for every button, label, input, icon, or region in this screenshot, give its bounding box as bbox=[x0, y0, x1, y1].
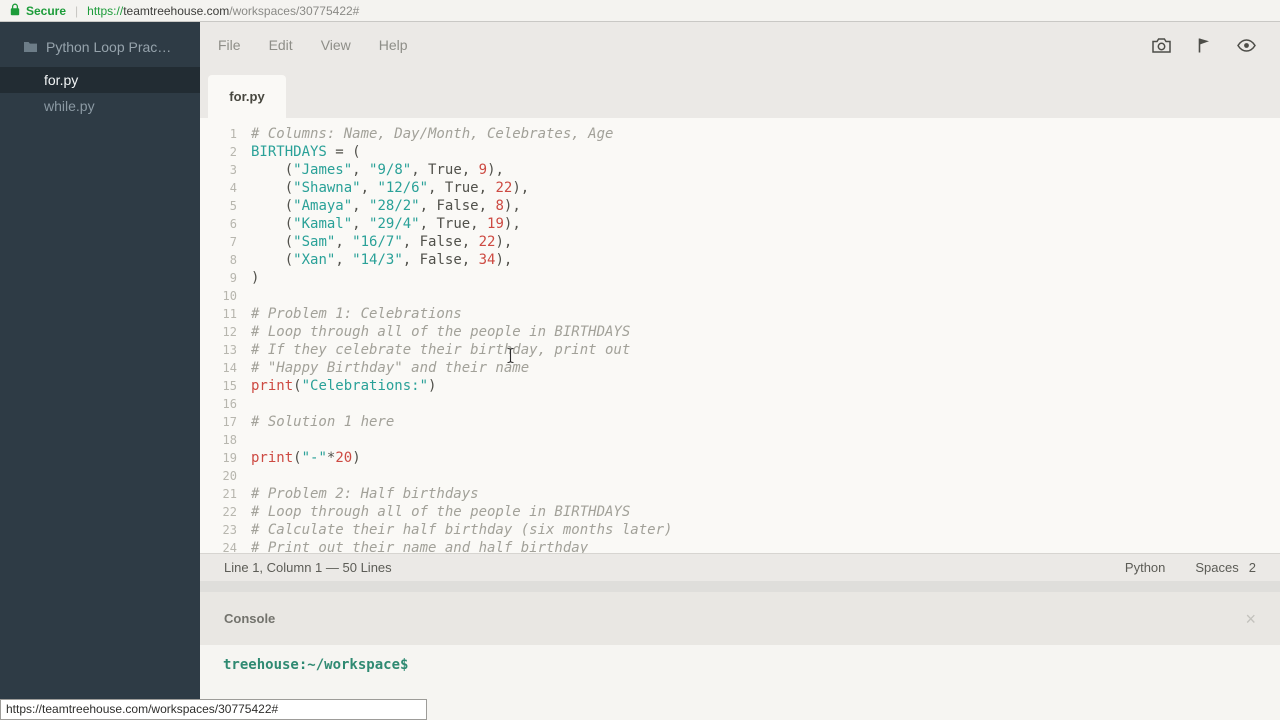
cursor-position-status: Line 1, Column 1 — 50 Lines bbox=[224, 560, 392, 575]
code-editor[interactable]: 1# Columns: Name, Day/Month, Celebrates,… bbox=[200, 118, 1280, 560]
secure-label: Secure bbox=[26, 4, 66, 18]
code-line: 4 ("Shawna", "12/6", True, 22), bbox=[200, 179, 1280, 197]
code-line: 8 ("Xan", "14/3", False, 34), bbox=[200, 251, 1280, 269]
menu-view[interactable]: View bbox=[321, 37, 351, 53]
statusbar-right: Python Spaces 2 bbox=[1125, 560, 1256, 575]
sidebar-item-for-py[interactable]: for.py bbox=[0, 67, 200, 93]
code-line: 17# Solution 1 here bbox=[200, 413, 1280, 431]
code-line: 5 ("Amaya", "28/2", False, 8), bbox=[200, 197, 1280, 215]
code-line: 23# Calculate their half birthday (six m… bbox=[200, 521, 1280, 539]
sidebar-project-row[interactable]: Python Loop Prac… bbox=[0, 22, 200, 67]
editor-statusbar: Line 1, Column 1 — 50 Lines Python Space… bbox=[200, 553, 1280, 581]
console-header: Console × bbox=[200, 592, 1280, 645]
code-line: 2BIRTHDAYS = ( bbox=[200, 143, 1280, 161]
menu-file[interactable]: File bbox=[218, 37, 241, 53]
eye-preview-icon[interactable] bbox=[1237, 39, 1256, 52]
code-line: 10 bbox=[200, 287, 1280, 305]
code-line: 6 ("Kamal", "29/4", True, 19), bbox=[200, 215, 1280, 233]
workspace-menubar: File Edit View Help bbox=[200, 22, 1280, 68]
browser-address-bar[interactable]: Secure | https://teamtreehouse.com/works… bbox=[0, 0, 1280, 22]
code-line: 7 ("Sam", "16/7", False, 22), bbox=[200, 233, 1280, 251]
code-line: 16 bbox=[200, 395, 1280, 413]
spaces-value: 2 bbox=[1249, 560, 1256, 575]
menu-help[interactable]: Help bbox=[379, 37, 408, 53]
code-line: 1# Columns: Name, Day/Month, Celebrates,… bbox=[200, 125, 1280, 143]
project-name: Python Loop Prac… bbox=[46, 39, 171, 55]
address-bar-divider: | bbox=[75, 4, 78, 18]
tab-for-py[interactable]: for.py bbox=[208, 75, 286, 118]
link-preview-tooltip: https://teamtreehouse.com/workspaces/307… bbox=[0, 699, 427, 720]
code-lines: 1# Columns: Name, Day/Month, Celebrates,… bbox=[200, 125, 1280, 557]
spaces-label: Spaces bbox=[1195, 560, 1238, 575]
indent-settings-select[interactable]: Spaces 2 bbox=[1195, 560, 1256, 575]
code-line: 14# "Happy Birthday" and their name bbox=[200, 359, 1280, 377]
camera-snapshot-icon[interactable] bbox=[1152, 38, 1171, 53]
url-path: /workspaces/30775422# bbox=[229, 4, 359, 18]
fork-flag-icon[interactable] bbox=[1197, 37, 1211, 53]
editor-tabstrip: for.py bbox=[200, 68, 1280, 118]
folder-icon bbox=[24, 39, 37, 55]
language-mode-select[interactable]: Python bbox=[1125, 560, 1165, 575]
console-close-icon[interactable]: × bbox=[1245, 610, 1256, 628]
lock-icon[interactable] bbox=[10, 3, 20, 19]
url-scheme: https:// bbox=[87, 4, 123, 18]
sidebar-item-while-py[interactable]: while.py bbox=[0, 93, 200, 119]
url-host: teamtreehouse.com bbox=[123, 4, 229, 18]
menu-edit[interactable]: Edit bbox=[269, 37, 293, 53]
code-line: 15print("Celebrations:") bbox=[200, 377, 1280, 395]
code-line: 20 bbox=[200, 467, 1280, 485]
url-text[interactable]: https://teamtreehouse.com/workspaces/307… bbox=[87, 4, 359, 18]
code-line: 18 bbox=[200, 431, 1280, 449]
code-line: 22# Loop through all of the people in BI… bbox=[200, 503, 1280, 521]
terminal-prompt: treehouse:~/workspace$ bbox=[223, 657, 408, 673]
code-line: 13# If they celebrate their birthday, pr… bbox=[200, 341, 1280, 359]
code-line: 19print("-"*20) bbox=[200, 449, 1280, 467]
code-line: 11# Problem 1: Celebrations bbox=[200, 305, 1280, 323]
code-line: 21# Problem 2: Half birthdays bbox=[200, 485, 1280, 503]
code-line: 9) bbox=[200, 269, 1280, 287]
code-line: 3 ("James", "9/8", True, 9), bbox=[200, 161, 1280, 179]
file-tree-sidebar: Python Loop Prac… for.py while.py bbox=[0, 22, 200, 720]
console-title: Console bbox=[224, 611, 275, 626]
toolbar-icons bbox=[1152, 37, 1256, 53]
code-line: 12# Loop through all of the people in BI… bbox=[200, 323, 1280, 341]
workspace-main: File Edit View Help for.py 1# Columns: N… bbox=[200, 22, 1280, 720]
